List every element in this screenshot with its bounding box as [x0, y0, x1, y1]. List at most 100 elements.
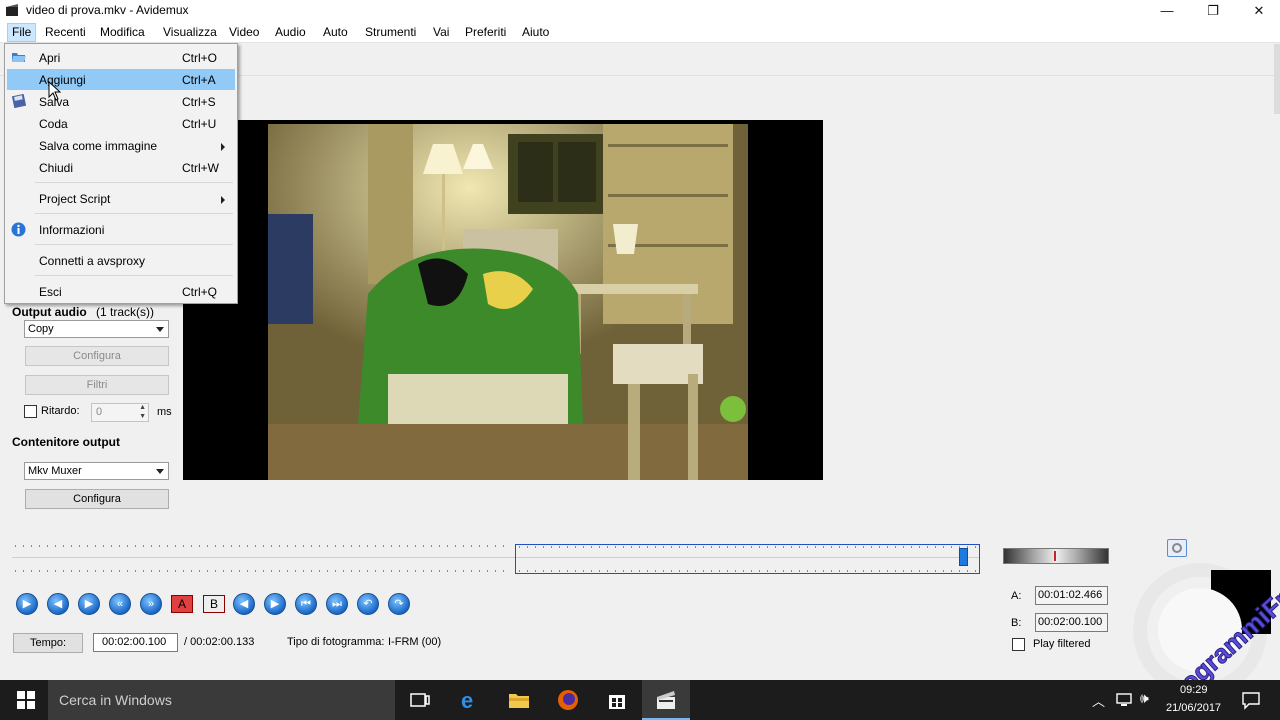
- menu-preferiti[interactable]: Preferiti: [465, 25, 506, 39]
- marker-a-label: A:: [1011, 590, 1022, 602]
- container-select[interactable]: Mkv Muxer: [24, 462, 169, 480]
- total-time: / 00:02:00.133: [184, 636, 255, 648]
- timeline-selection[interactable]: [515, 544, 980, 574]
- file-menu-dropdown: Apri Ctrl+O Aggiungi Ctrl+A Salva Ctrl+S…: [4, 43, 238, 304]
- info-icon: [11, 222, 26, 237]
- previous-keyframe-button[interactable]: «: [109, 593, 131, 615]
- menu-item-shortcut: Ctrl+O: [182, 51, 218, 65]
- delay-checkbox[interactable]: [24, 405, 37, 418]
- menu-item-project-script[interactable]: Project Script: [7, 188, 235, 209]
- store-icon[interactable]: [605, 688, 629, 712]
- container-configure-button[interactable]: Configura: [25, 489, 169, 509]
- avidemux-app-icon: [6, 4, 18, 16]
- goto-end-button[interactable]: ⏭: [326, 593, 348, 615]
- menu-item-apri[interactable]: Apri Ctrl+O: [7, 47, 235, 68]
- container-value: Mkv Muxer: [28, 465, 82, 477]
- marker-a-field: 00:01:02.466: [1035, 586, 1108, 605]
- menu-item-aggiungi[interactable]: Aggiungi Ctrl+A: [7, 69, 235, 90]
- window-title: video di prova.mkv - Avidemux: [26, 3, 189, 17]
- menu-modifica[interactable]: Modifica: [100, 25, 145, 39]
- firefox-icon[interactable]: [556, 688, 580, 712]
- minimize-button[interactable]: —: [1144, 0, 1190, 22]
- vertical-scrollbar[interactable]: [1274, 44, 1280, 114]
- menu-item-coda[interactable]: Coda Ctrl+U: [7, 113, 235, 134]
- timeline-ticks-top: [15, 545, 510, 547]
- menu-separator: [35, 213, 233, 214]
- next-frame-button[interactable]: ▶: [78, 593, 100, 615]
- menu-video[interactable]: Video: [229, 25, 259, 39]
- network-icon[interactable]: [1115, 692, 1133, 708]
- audio-filters-button[interactable]: Filtri: [25, 375, 169, 395]
- forward-60-button[interactable]: ↷: [388, 593, 410, 615]
- clock-time[interactable]: 09:29: [1180, 684, 1208, 696]
- submenu-arrow-icon: [221, 143, 225, 151]
- menu-separator: [35, 244, 233, 245]
- spin-arrows-icon[interactable]: ▲ ▼: [139, 403, 146, 421]
- delay-value: 0: [96, 406, 103, 418]
- next-black-frame-button[interactable]: ▶: [264, 593, 286, 615]
- video-frame: [268, 124, 748, 480]
- set-marker-a-button[interactable]: A: [171, 595, 193, 613]
- timeline-ticks-bottom: [15, 570, 510, 572]
- menu-item-salva[interactable]: Salva Ctrl+S: [7, 91, 235, 112]
- taskbar-avidemux-active[interactable]: [642, 680, 690, 720]
- selection-ticks-top: [519, 546, 976, 548]
- watermark-graphic: ProgrammiFree.com: [1133, 545, 1280, 680]
- previous-black-frame-button[interactable]: ◀: [233, 593, 255, 615]
- selection-ticks-bottom: [519, 570, 976, 572]
- open-folder-icon: [12, 53, 26, 62]
- speaker-icon[interactable]: 🕪: [1140, 690, 1149, 707]
- menu-separator: [35, 182, 233, 183]
- taskbar-search-box[interactable]: Cerca in Windows: [48, 680, 395, 720]
- timeline-cursor[interactable]: [959, 548, 969, 566]
- search-placeholder: Cerca in Windows: [59, 692, 172, 708]
- clock-date[interactable]: 21/06/2017: [1166, 702, 1221, 714]
- back-60-button[interactable]: ↶: [357, 593, 379, 615]
- previous-frame-button[interactable]: ◀: [47, 593, 69, 615]
- play-button[interactable]: ▶: [16, 593, 38, 615]
- set-marker-b-button[interactable]: B: [203, 595, 225, 613]
- file-explorer-icon[interactable]: [507, 688, 531, 712]
- current-time-field[interactable]: 00:02:00.100: [93, 633, 178, 652]
- close-button[interactable]: ✕: [1236, 0, 1280, 22]
- tray-chevron-up-icon[interactable]: ︿: [1092, 691, 1105, 710]
- menu-item-label: Aggiungi: [39, 73, 86, 87]
- menu-item-shortcut: Ctrl+A: [182, 73, 216, 87]
- delay-unit: ms: [157, 406, 172, 418]
- frame-type-label: Tipo di fotogramma:: [287, 636, 385, 648]
- time-button[interactable]: Tempo:: [13, 633, 83, 653]
- avidemux-window: video di prova.mkv - Avidemux — ❐ ✕ File…: [0, 0, 1280, 680]
- menu-vai[interactable]: Vai: [433, 25, 449, 39]
- menu-aiuto[interactable]: Aiuto: [522, 25, 549, 39]
- menu-visualizza[interactable]: Visualizza: [163, 25, 217, 39]
- menu-recenti[interactable]: Recenti: [45, 25, 86, 39]
- goto-start-button[interactable]: ⏮: [295, 593, 317, 615]
- watermark-logo: ProgrammiFree.com: [1115, 545, 1280, 680]
- audio-configure-button[interactable]: Configura: [25, 346, 169, 366]
- play-filtered-label: Play filtered: [1033, 638, 1091, 650]
- menu-item-informazioni[interactable]: Informazioni: [7, 219, 235, 240]
- action-center-icon[interactable]: [1241, 690, 1261, 710]
- audio-tracks-count: (1 track(s)): [96, 305, 154, 319]
- next-keyframe-button[interactable]: »: [140, 593, 162, 615]
- marker-b-label: B:: [1011, 617, 1022, 629]
- delay-spinbox[interactable]: 0 ▲ ▼: [91, 403, 149, 422]
- task-view-icon[interactable]: [408, 688, 432, 712]
- menu-item-connetti-avsproxy[interactable]: Connetti a avsproxy: [7, 250, 235, 271]
- maximize-button[interactable]: ❐: [1190, 0, 1236, 22]
- menu-item-label: Informazioni: [39, 223, 105, 237]
- menu-item-label: Coda: [39, 117, 68, 131]
- menu-auto[interactable]: Auto: [323, 25, 348, 39]
- windows-start-icon[interactable]: [17, 691, 35, 709]
- menu-strumenti[interactable]: Strumenti: [365, 25, 416, 39]
- menu-item-chiudi[interactable]: Chiudi Ctrl+W: [7, 157, 235, 178]
- play-filtered-checkbox[interactable]: [1012, 638, 1025, 651]
- menu-item-esci[interactable]: Esci Ctrl+Q: [7, 281, 235, 302]
- menu-audio[interactable]: Audio: [275, 25, 306, 39]
- menu-item-salva-come-immagine[interactable]: Salva come immagine: [7, 135, 235, 156]
- audio-codec-select[interactable]: Copy: [24, 320, 169, 338]
- jog-shuttle[interactable]: [1003, 548, 1109, 564]
- menu-file[interactable]: File: [7, 23, 37, 42]
- edge-browser-icon[interactable]: e: [458, 688, 482, 712]
- save-icon: [11, 94, 27, 109]
